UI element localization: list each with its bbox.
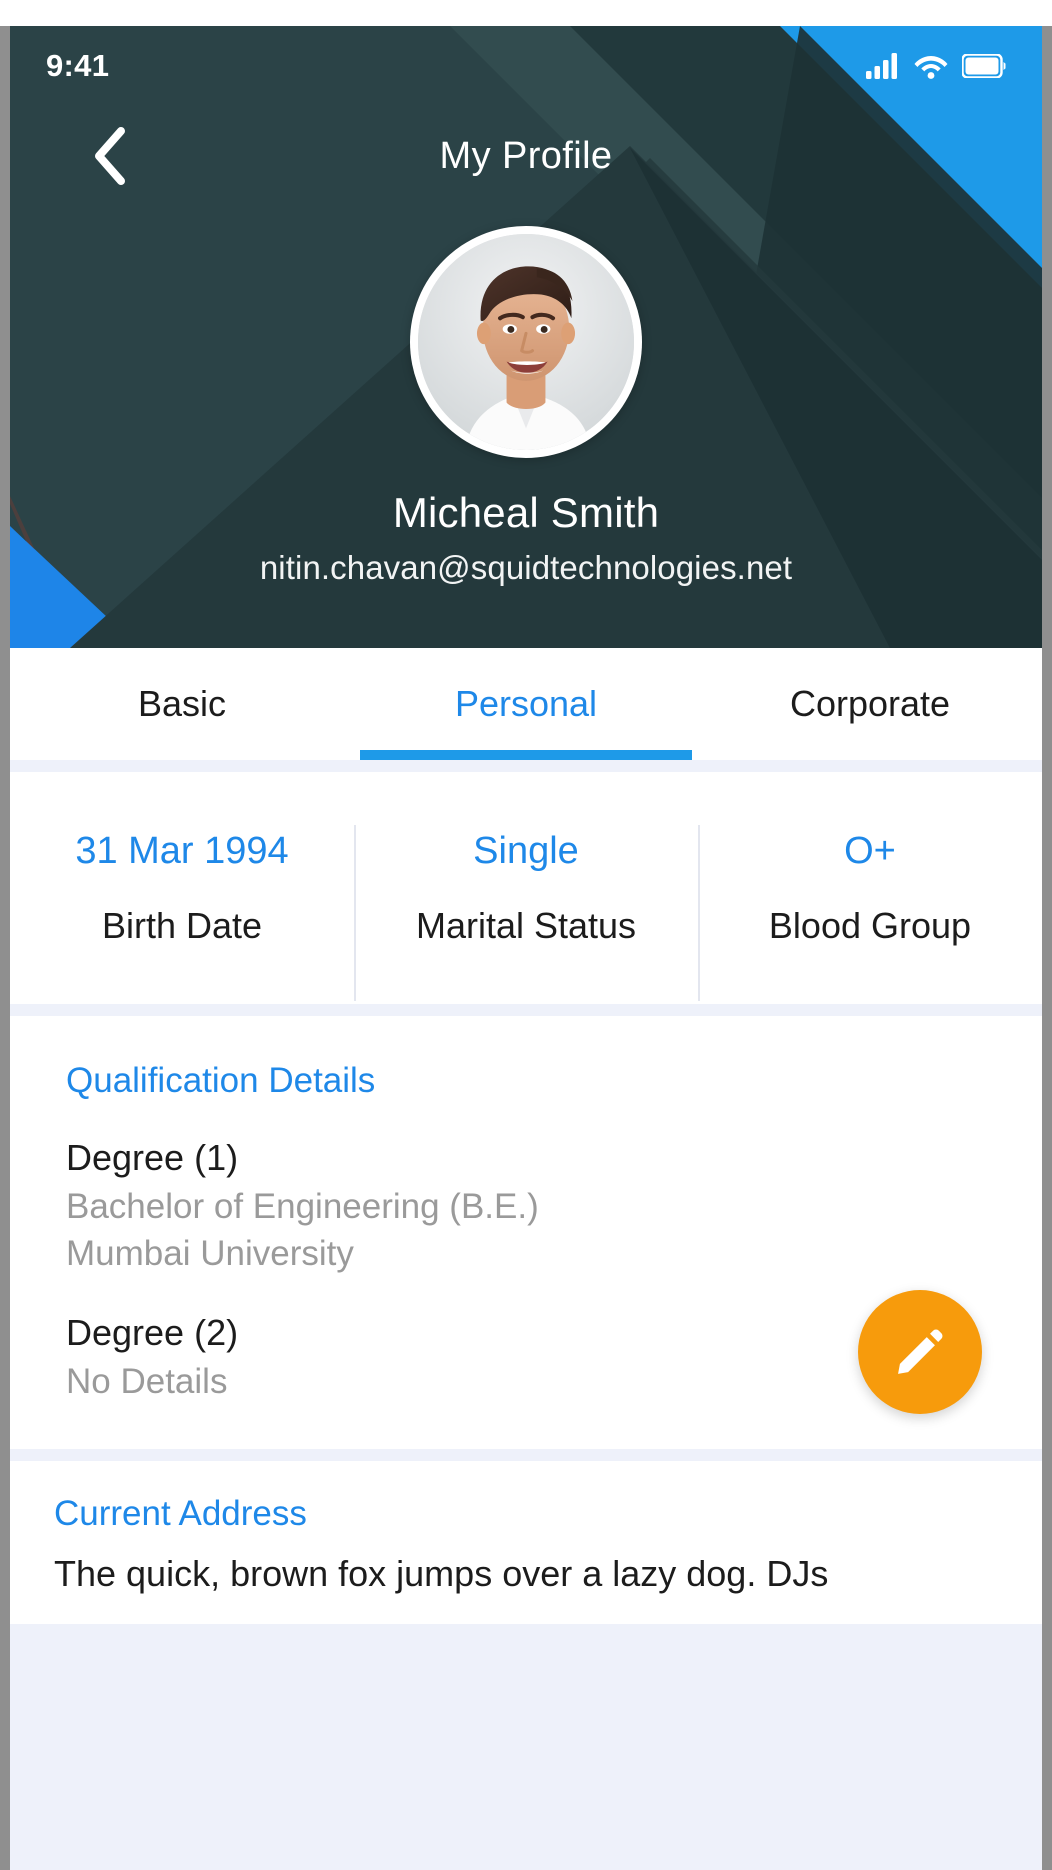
stat-birth-date-label: Birth Date — [101, 905, 263, 947]
tab-basic[interactable]: Basic — [10, 648, 354, 760]
status-time: 9:41 — [46, 48, 110, 83]
tab-corporate-label: Corporate — [789, 683, 951, 724]
user-name: Micheal Smith — [392, 489, 660, 536]
chevron-left-icon — [95, 127, 125, 185]
stats-card: 31 Mar 1994 Birth Date Single Marital St… — [10, 772, 1042, 1004]
degree-2-name: No Details — [66, 1361, 228, 1401]
stat-birth-date-value: 31 Mar 1994 — [75, 829, 289, 872]
pencil-edit-icon — [898, 1329, 943, 1374]
profile-body: Basic Personal Corporate 31 Mar 1994 Bir… — [10, 648, 1042, 1870]
divider-gap-3 — [10, 1448, 1042, 1461]
tab-basic-label: Basic — [137, 683, 227, 724]
current-address-text: The quick, brown fox jumps over a lazy d… — [54, 1552, 829, 1594]
nav-bar: My Profile — [10, 106, 1042, 206]
page-title: My Profile — [439, 134, 613, 177]
status-bar: 9:41 — [10, 26, 1042, 106]
divider-gap-2 — [10, 1004, 1042, 1016]
tab-personal-label: Personal — [454, 683, 598, 724]
user-email: nitin.chavan@squidtechnologies.net — [259, 548, 793, 586]
tab-corporate[interactable]: Corporate — [698, 648, 1042, 760]
avatar[interactable] — [410, 226, 642, 458]
degree-1-university: Mumbai University — [66, 1233, 354, 1273]
stat-blood-group-label: Blood Group — [768, 905, 972, 947]
divider-gap-1 — [10, 760, 1042, 772]
qualification-title: Qualification Details — [66, 1061, 376, 1100]
battery-full-icon — [962, 54, 1006, 78]
status-icons-group — [866, 53, 1006, 79]
degree-2-label: Degree (2) — [66, 1312, 239, 1354]
left-bezel — [0, 26, 10, 1870]
wifi-icon — [914, 56, 948, 79]
right-bezel — [1042, 26, 1052, 1870]
tabs-card: Basic Personal Corporate — [10, 648, 1042, 760]
degree-1-name: Bachelor of Engineering (B.E.) — [66, 1186, 539, 1226]
stat-blood-group[interactable]: O+ Blood Group — [698, 811, 1042, 1001]
identity-block: Micheal Smith nitin.chavan@squidtechnolo… — [10, 488, 1042, 587]
degree-entry-2: Degree (2) No Details — [66, 1309, 986, 1405]
stat-marital-status-label: Marital Status — [415, 905, 637, 947]
back-button[interactable] — [76, 123, 142, 189]
stat-birth-date[interactable]: 31 Mar 1994 Birth Date — [10, 811, 354, 966]
stat-marital-status-value: Single — [473, 829, 579, 872]
profile-photo — [418, 234, 634, 450]
phone-screen: 9:41 My Profile Micheal Smith nitin.chav… — [0, 0, 1052, 1870]
tab-personal[interactable]: Personal — [354, 648, 698, 760]
stat-blood-group-value: O+ — [844, 829, 896, 872]
profile-header: 9:41 My Profile Micheal Smith nitin.chav… — [10, 26, 1042, 648]
stat-marital-status[interactable]: Single Marital Status — [354, 811, 698, 1001]
degree-1-label: Degree (1) — [66, 1137, 239, 1178]
avatar-image — [418, 234, 634, 450]
signal-bars-icon — [866, 53, 897, 79]
current-address-card: Current Address The quick, brown fox jum… — [10, 1460, 1042, 1624]
edit-fab-button[interactable] — [858, 1290, 982, 1414]
stats-row: 31 Mar 1994 Birth Date Single Marital St… — [10, 772, 1042, 1004]
degree-entry-1: Degree (1) Bachelor of Engineering (B.E.… — [66, 1134, 986, 1277]
current-address-title: Current Address — [54, 1493, 307, 1533]
tab-bar: Basic Personal Corporate — [10, 648, 1042, 760]
